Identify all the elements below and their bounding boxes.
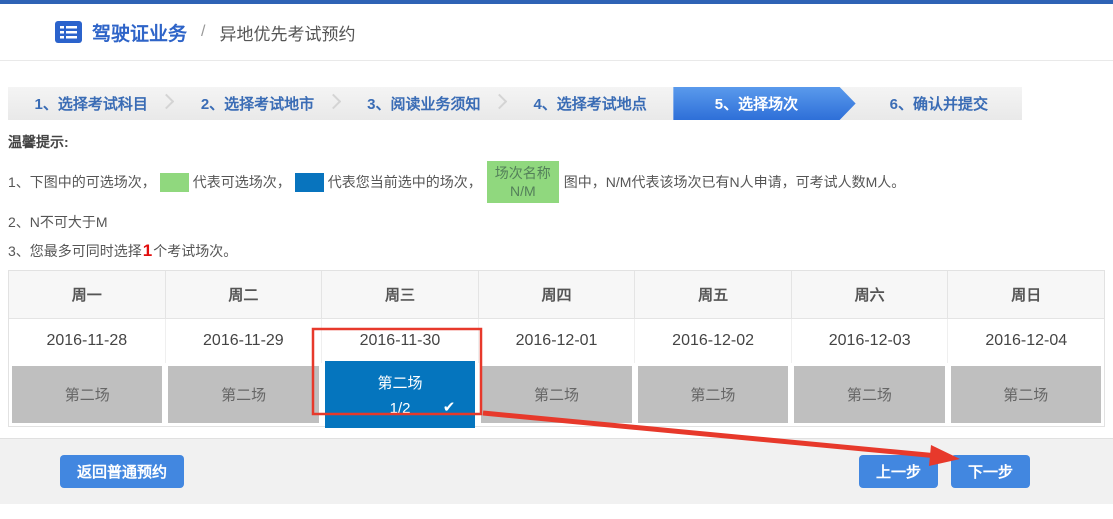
session-cell-sat[interactable]: 第二场 xyxy=(794,366,944,423)
chevron-right-icon xyxy=(159,94,175,110)
selected-session-swatch xyxy=(295,173,324,192)
next-step-button[interactable]: 下一步 xyxy=(951,455,1030,488)
session-legend-box: 场次名称 N/M xyxy=(487,161,559,203)
session-cell-tue[interactable]: 第二场 xyxy=(168,366,318,423)
step-tab-2[interactable]: 2、选择考试地市 xyxy=(174,87,340,120)
footer-nav-buttons: 上一步 下一步 xyxy=(859,455,1030,488)
tip3-prefix: 3、您最多可同时选择 xyxy=(8,241,142,261)
legend-box-value: N/M xyxy=(510,183,536,199)
step-tab-3[interactable]: 3、阅读业务须知 xyxy=(341,87,507,120)
weekday-header: 周六 xyxy=(792,271,949,319)
back-to-normal-booking-button[interactable]: 返回普通预约 xyxy=(60,455,184,488)
step-tab-3-label: 3、阅读业务须知 xyxy=(367,93,480,114)
tips-section: 温馨提示: 1、下图中的可选场次， 代表可选场次， 代表您当前选中的场次， 场次… xyxy=(8,132,1113,261)
step-tab-2-label: 2、选择考试地市 xyxy=(201,93,314,114)
previous-step-button[interactable]: 上一步 xyxy=(859,455,938,488)
weekday-header: 周三 xyxy=(322,271,479,319)
footer-bar: 返回普通预约 上一步 下一步 xyxy=(0,438,1113,504)
chevron-right-icon xyxy=(492,94,508,110)
session-row: 第二场 第二场 第二场 1/2 ✔ 第二场 第二场 第二场 xyxy=(9,363,1104,426)
date-cell: 2016-12-01 xyxy=(479,319,636,363)
tip-line-3: 3、您最多可同时选择 1 个考试场次。 xyxy=(8,241,1113,261)
step-tab-5-active[interactable]: 5、选择场次 xyxy=(673,87,855,120)
tip2-text: 2、N不可大于M xyxy=(8,212,108,232)
schedule-table: 周一 周二 周三 周四 周五 周六 周日 2016-11-28 2016-11-… xyxy=(8,270,1105,427)
step-tab-1[interactable]: 1、选择考试科目 xyxy=(8,87,174,120)
date-cell: 2016-11-28 xyxy=(9,319,166,363)
step-tab-6-label: 6、确认并提交 xyxy=(890,93,988,114)
step-tab-1-label: 1、选择考试科目 xyxy=(34,93,147,114)
checkmark-icon: ✔ xyxy=(443,398,456,416)
list-icon xyxy=(55,21,82,43)
session-cell-fri[interactable]: 第二场 xyxy=(638,366,788,423)
tip1-blue-label: 代表您当前选中的场次， xyxy=(328,172,482,192)
weekday-header-row: 周一 周二 周三 周四 周五 周六 周日 xyxy=(9,271,1104,319)
tip1-green-label: 代表可选场次， xyxy=(193,172,291,192)
max-select-count: 1 xyxy=(142,241,153,261)
tips-title: 温馨提示: xyxy=(8,132,1113,152)
exam-booking-page: 驾驶证业务 / 异地优先考试预约 1、选择考试科目 2、选择考试地市 3、阅读业… xyxy=(0,0,1113,519)
selected-session-label: 第二场 xyxy=(378,372,423,393)
breadcrumb-separator: / xyxy=(201,23,205,41)
selected-session-count: 1/2 xyxy=(390,400,411,417)
breadcrumb-current-page: 异地优先考试预约 xyxy=(219,20,355,45)
weekday-header: 周五 xyxy=(635,271,792,319)
date-cell: 2016-12-03 xyxy=(792,319,949,363)
weekday-header: 周日 xyxy=(948,271,1104,319)
session-cell-thu[interactable]: 第二场 xyxy=(481,366,631,423)
tip1-suffix: 图中，N/M代表该场次已有N人申请，可考试人数M人。 xyxy=(564,172,905,192)
weekday-header: 周四 xyxy=(479,271,636,319)
tip3-suffix: 个考试场次。 xyxy=(153,241,237,261)
step-tab-4[interactable]: 4、选择考试地点 xyxy=(507,87,673,120)
date-cell: 2016-11-29 xyxy=(166,319,323,363)
tip-line-1: 1、下图中的可选场次， 代表可选场次， 代表您当前选中的场次， 场次名称 N/M… xyxy=(8,161,1113,203)
chevron-right-icon xyxy=(325,94,341,110)
session-cell-sun[interactable]: 第二场 xyxy=(951,366,1101,423)
session-cell-mon[interactable]: 第二场 xyxy=(12,366,162,423)
step-tab-5-label: 5、选择场次 xyxy=(715,93,798,114)
date-cell: 2016-12-02 xyxy=(635,319,792,363)
breadcrumb: 驾驶证业务 / 异地优先考试预约 xyxy=(0,4,1113,61)
date-cell: 2016-12-04 xyxy=(948,319,1104,363)
weekday-header: 周二 xyxy=(166,271,323,319)
date-row: 2016-11-28 2016-11-29 2016-11-30 2016-12… xyxy=(9,319,1104,363)
tip1-prefix: 1、下图中的可选场次， xyxy=(8,172,156,192)
step-tab-4-label: 4、选择考试地点 xyxy=(533,93,646,114)
step-tab-6[interactable]: 6、确认并提交 xyxy=(840,87,1022,120)
weekday-header: 周一 xyxy=(9,271,166,319)
session-cell-wed-selected[interactable]: 第二场 1/2 ✔ xyxy=(325,361,475,428)
legend-box-title: 场次名称 xyxy=(495,165,551,181)
available-session-swatch xyxy=(160,173,189,192)
breadcrumb-section[interactable]: 驾驶证业务 xyxy=(92,19,187,46)
date-cell: 2016-11-30 xyxy=(322,319,479,363)
step-tabs: 1、选择考试科目 2、选择考试地市 3、阅读业务须知 4、选择考试地点 5、选择… xyxy=(8,87,1022,120)
tip-line-2: 2、N不可大于M xyxy=(8,212,1113,232)
